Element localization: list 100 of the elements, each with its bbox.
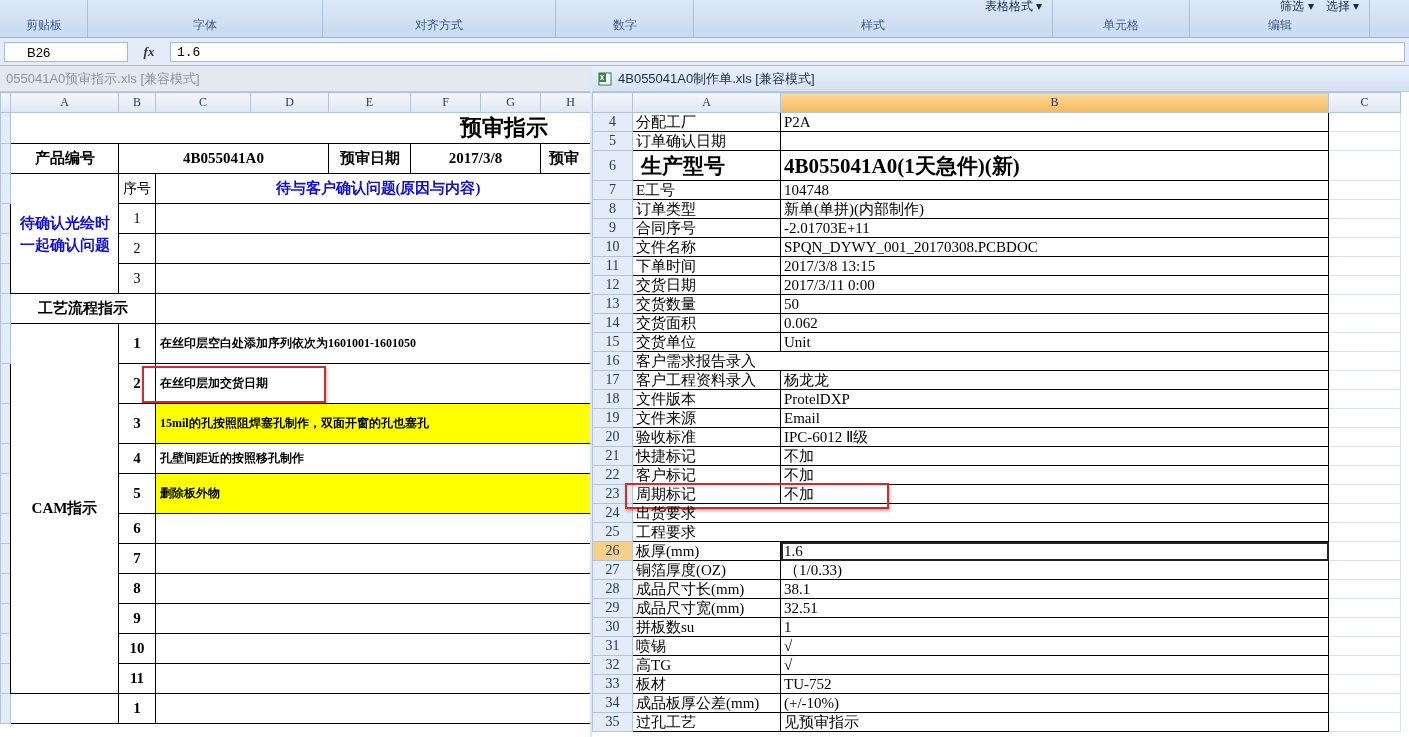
column-header[interactable]: B (780, 92, 1329, 113)
table-cell: √ (780, 636, 1329, 656)
table-cell: IPC-6012 Ⅱ级 (780, 427, 1329, 447)
table-cell: 4B055041A0(1天急件)(新) (780, 150, 1329, 181)
table-cell: 产品编号 (10, 143, 119, 174)
table-cell: 成品尺寸宽(mm) (632, 598, 781, 618)
table-cell: 板厚(mm) (632, 541, 781, 561)
table-cell: 2017/3/8 (410, 143, 541, 174)
name-box[interactable]: B26 (4, 41, 128, 62)
table-cell: 预审日期 (328, 143, 411, 174)
ribbon-group-label: 剪贴板 (24, 17, 63, 34)
table-cell: -2.01703E+11 (780, 218, 1329, 238)
table-cell: 交货数量 (632, 294, 781, 314)
table-cell: 验收标准 (632, 427, 781, 447)
table-cell: 2017/3/8 13:15 (780, 256, 1329, 276)
formula-input[interactable]: 1.6 (170, 41, 1405, 62)
table-cell: SPQN_DYWY_001_20170308.PCBDOC (780, 237, 1329, 257)
table-cell: 1 (118, 323, 156, 364)
column-header[interactable]: C (1328, 92, 1401, 113)
ribbon-group-label: 对齐方式 (414, 17, 464, 34)
ribbon-group-label: 数字 (611, 17, 638, 34)
table-cell: 客户需求报告录入 (632, 351, 1329, 371)
function-label[interactable]: fx (134, 43, 164, 60)
table-cell: 2017/3/11 0:00 (780, 275, 1329, 295)
table-cell: 出货要求 (632, 503, 1329, 523)
table-cell: 104748 (780, 180, 1329, 200)
table-cell: 1.6 (780, 541, 1329, 561)
column-header[interactable]: B (118, 92, 156, 113)
table-cell: Email (780, 408, 1329, 428)
table-cell: 1 (780, 617, 1329, 637)
table-cell: (+/-10%) (780, 693, 1329, 713)
table-cell: 拼板数su (632, 617, 781, 637)
ribbon-command[interactable]: 选择 ▾ (1325, 0, 1359, 12)
window-title: 055041A0预审指示.xls [兼容模式] (6, 69, 200, 88)
table-cell: 新单(单拼)(内部制作) (780, 199, 1329, 219)
table-cell: 5 (118, 473, 156, 514)
column-header[interactable]: H (540, 92, 590, 113)
table-cell: 客户工程资料录入 (632, 370, 781, 390)
table-cell: 在丝印层空白处添加序列依次为1601001-1601050 (155, 323, 590, 364)
ribbon-command[interactable]: 表格格式 ▾ (984, 0, 1042, 12)
table-cell: 删除板外物 (155, 473, 590, 514)
table-cell: 交货单位 (632, 332, 781, 352)
column-header[interactable]: A (632, 92, 781, 113)
ribbon-group-label: 单元格 (1102, 17, 1140, 34)
window-title: 4B055041A0制作单.xls [兼容模式] (618, 69, 815, 88)
table-cell: 成品尺寸长(mm) (632, 579, 781, 599)
table-cell: 下单时间 (632, 256, 781, 276)
table-cell: 交货面积 (632, 313, 781, 333)
table-cell: 生产型号 (632, 150, 781, 181)
table-cell: 板材 (632, 674, 781, 694)
table-cell: 50 (780, 294, 1329, 314)
table-cell: E工号 (632, 180, 781, 200)
table-cell: 高TG (632, 655, 781, 675)
column-header[interactable]: A (10, 92, 119, 113)
table-cell: 待确认光绘时一起确认问题 (10, 173, 119, 294)
table-cell: 交货日期 (632, 275, 781, 295)
table-cell: 合同序号 (632, 218, 781, 238)
table-cell: √ (780, 655, 1329, 675)
spreadsheet-icon (598, 71, 612, 86)
table-cell: 工程要求 (632, 522, 1329, 542)
column-header[interactable]: E (328, 92, 411, 113)
table-cell: 喷锡 (632, 636, 781, 656)
ribbon-command[interactable]: 筛选 ▾ (1280, 0, 1314, 12)
table-cell: CAM指示 (10, 323, 119, 694)
sheet-title: 预审指示 (10, 112, 590, 144)
ribbon-group-label: 样式 (860, 17, 886, 34)
column-header[interactable]: G (480, 92, 541, 113)
column-header[interactable]: D (250, 92, 329, 113)
row-header[interactable]: 6 (592, 150, 633, 181)
table-cell: 孔壁间距近的按照移孔制作 (155, 443, 590, 474)
table-cell: （1/0.33) (780, 560, 1329, 580)
table-cell: 待与客户确认问题(原因与内容) (155, 173, 590, 204)
table-cell: Unit (780, 332, 1329, 352)
table-cell: 杨龙龙 (780, 370, 1329, 390)
table-cell: 文件版本 (632, 389, 781, 409)
table-cell: 15mil的孔按照阻焊塞孔制作，双面开窗的孔也塞孔 (155, 403, 590, 444)
table-cell: 订单确认日期 (632, 131, 781, 151)
table-cell: 0.062 (780, 313, 1329, 333)
table-cell: 过孔工艺 (632, 712, 781, 732)
ribbon-group-label: 编辑 (1266, 17, 1293, 34)
table-cell: 工艺流程指示 (10, 293, 156, 324)
column-header[interactable]: F (410, 92, 481, 113)
table-cell: TU-752 (780, 674, 1329, 694)
table-cell: 文件来源 (632, 408, 781, 428)
table-cell: ProtelDXP (780, 389, 1329, 409)
table-cell: P2A (780, 112, 1329, 132)
table-cell: 成品板厚公差(mm) (632, 693, 781, 713)
table-cell: 不加 (780, 484, 1329, 504)
table-cell: 铜箔厚度(OZ) (632, 560, 781, 580)
ribbon-group-label: 字体 (192, 17, 218, 34)
table-cell: 3 (118, 403, 156, 444)
table-cell: 分配工厂 (632, 112, 781, 132)
table-cell: 不加 (780, 446, 1329, 466)
table-cell: 4B055041A0 (118, 143, 329, 174)
table-cell: 快捷标记 (632, 446, 781, 466)
column-header[interactable]: C (155, 92, 251, 113)
table-cell: 见预审指示 (780, 712, 1329, 732)
table-cell: 文件名称 (632, 237, 781, 257)
table-cell: 38.1 (780, 579, 1329, 599)
table-cell: 订单类型 (632, 199, 781, 219)
